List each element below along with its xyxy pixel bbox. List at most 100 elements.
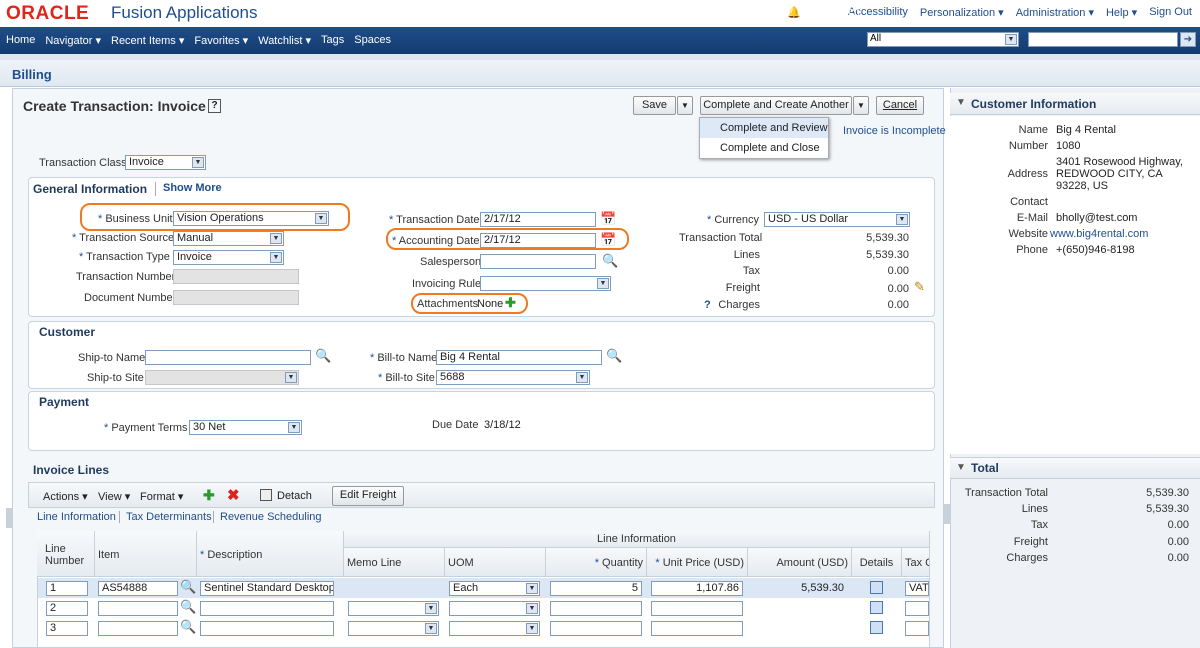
nav-home[interactable]: Home [6,34,35,47]
save-button[interactable]: Save [633,96,676,115]
search-scope-select[interactable]: All ▼ [867,32,1019,47]
accounting-date-field[interactable]: 2/17/12 [480,233,596,248]
show-more-link[interactable]: Show More [163,182,222,194]
calendar-icon[interactable]: 📅 [600,211,616,227]
uom-select[interactable]: Each ▼ [449,581,540,596]
tab-line-information[interactable]: Line Information [37,511,116,523]
edit-freight-button[interactable]: Edit Freight [332,486,404,506]
ci-name-label: Name [1018,124,1048,136]
ci-website-link[interactable]: www.big4rental.com [1050,228,1148,240]
personalization-menu[interactable]: Personalization ▾ [920,6,1004,19]
search-icon[interactable]: 🔍 [606,348,622,364]
add-attachment-icon[interactable]: ✚ [505,295,516,311]
item-field[interactable]: AS54888 [98,581,178,596]
calendar-icon[interactable]: 📅 [600,232,616,248]
description-field[interactable]: Sentinel Standard Desktop T [200,581,334,596]
left-splitter-handle[interactable] [6,508,12,528]
notifications[interactable]: 🔔(0) [787,6,814,19]
tp-freight-value: 0.00 [1167,536,1189,548]
business-unit-select[interactable]: Vision Operations ▼ [173,211,329,226]
quantity-field[interactable]: 5 [550,581,642,596]
delete-row-icon[interactable]: ✖ [227,486,240,504]
detach-button[interactable]: Detach [277,490,312,502]
sign-out-link[interactable]: Sign Out [1149,6,1192,19]
help-menu[interactable]: Help ▾ [1106,6,1137,19]
currency-select[interactable]: USD - US Dollar ▼ [764,212,910,227]
invoicing-rule-select[interactable]: ▼ [480,276,611,291]
search-icon[interactable]: 🔍 [180,599,196,615]
save-menu-button[interactable]: ▼ [677,96,693,115]
tax-classification-field[interactable] [905,601,929,616]
description-field[interactable] [200,601,334,616]
add-row-icon[interactable]: ✚ [203,487,215,504]
unit-price-field[interactable] [651,601,743,616]
ship-to-site-label: Ship-to Site [87,372,144,384]
line-information-group-header: Line Information [344,531,930,548]
transaction-date-field[interactable]: 2/17/12 [480,212,596,227]
complete-create-another-button[interactable]: Complete and Create Another [700,96,852,115]
complete-menu-button[interactable]: ▼ [853,96,869,115]
details-icon[interactable] [870,601,883,614]
description-field[interactable] [200,621,334,636]
transaction-class-select[interactable]: Invoice ▼ [125,155,206,170]
memo-line-select[interactable]: ▼ [348,601,439,616]
bill-to-name-field[interactable]: Big 4 Rental [436,350,602,365]
transaction-date-label: * Transaction Date [389,214,480,226]
nav-tags[interactable]: Tags [321,34,344,47]
menu-complete-and-close[interactable]: Complete and Close [700,138,828,158]
item-field[interactable] [98,621,178,636]
ship-to-name-field[interactable] [145,350,311,365]
search-icon[interactable]: 🔍 [315,348,331,364]
unit-price-field[interactable]: 1,107.86 [651,581,743,596]
payment-terms-select[interactable]: 30 Net ▼ [189,420,302,435]
uom-select[interactable]: ▼ [449,601,540,616]
bill-to-site-select[interactable]: 5688 ▼ [436,370,590,385]
complete-dropdown-menu: Complete and Review Complete and Close [699,117,829,159]
ci-website-label: Website [1008,228,1048,240]
nav-spaces[interactable]: Spaces [354,34,391,47]
tab-revenue-scheduling[interactable]: Revenue Scheduling [220,511,322,523]
nav-favorites[interactable]: Favorites ▾ [194,34,248,47]
administration-menu[interactable]: Administration ▾ [1016,6,1094,19]
nav-watchlist[interactable]: Watchlist ▾ [258,34,311,47]
view-menu[interactable]: View ▾ [98,490,130,503]
uom-select[interactable]: ▼ [449,621,540,636]
memo-line-select[interactable]: ▼ [348,621,439,636]
item-field[interactable] [98,601,178,616]
general-info-heading: General Information [33,182,148,196]
attachments-value[interactable]: None [477,298,503,310]
search-input[interactable] [1028,32,1178,47]
unit-price-field[interactable] [651,621,743,636]
line-number-field[interactable]: 2 [46,601,88,616]
line-number-field[interactable]: 1 [46,581,88,596]
format-menu[interactable]: Format ▾ [140,490,183,503]
help-icon[interactable]: ? [208,99,221,113]
tax-classification-field[interactable] [905,621,929,636]
details-icon[interactable] [870,621,883,634]
collapse-icon[interactable]: ▼ [956,97,966,108]
actions-menu[interactable]: Actions ▾ [43,490,88,503]
search-go-button[interactable]: ➔ [1180,32,1196,47]
quantity-field[interactable] [550,601,642,616]
oracle-logo: ORACLE [6,3,90,24]
edit-pencil-icon[interactable]: ✎ [914,279,925,295]
transaction-type-select[interactable]: Invoice ▼ [173,250,284,265]
search-icon[interactable]: 🔍 [602,253,618,269]
nav-recent-items[interactable]: Recent Items ▾ [111,34,184,47]
line-number-field[interactable]: 3 [46,621,88,636]
salesperson-field[interactable] [480,254,596,269]
menu-complete-and-review[interactable]: Complete and Review [700,118,828,138]
payment-panel [28,391,935,451]
search-icon[interactable]: 🔍 [180,619,196,635]
details-icon[interactable] [870,581,883,594]
transaction-source-select[interactable]: Manual ▼ [173,231,284,246]
tab-tax-determinants[interactable]: Tax Determinants [126,511,212,523]
search-icon[interactable]: 🔍 [180,579,196,595]
nav-navigator[interactable]: Navigator ▾ [45,34,101,47]
quantity-field[interactable] [550,621,642,636]
ship-to-site-select[interactable]: ▼ [145,370,299,385]
amount-value: 5,539.30 [801,582,844,594]
tax-classification-field[interactable]: VAT [905,581,929,596]
collapse-icon[interactable]: ▼ [956,462,966,473]
cancel-button[interactable]: Cancel [876,96,924,115]
